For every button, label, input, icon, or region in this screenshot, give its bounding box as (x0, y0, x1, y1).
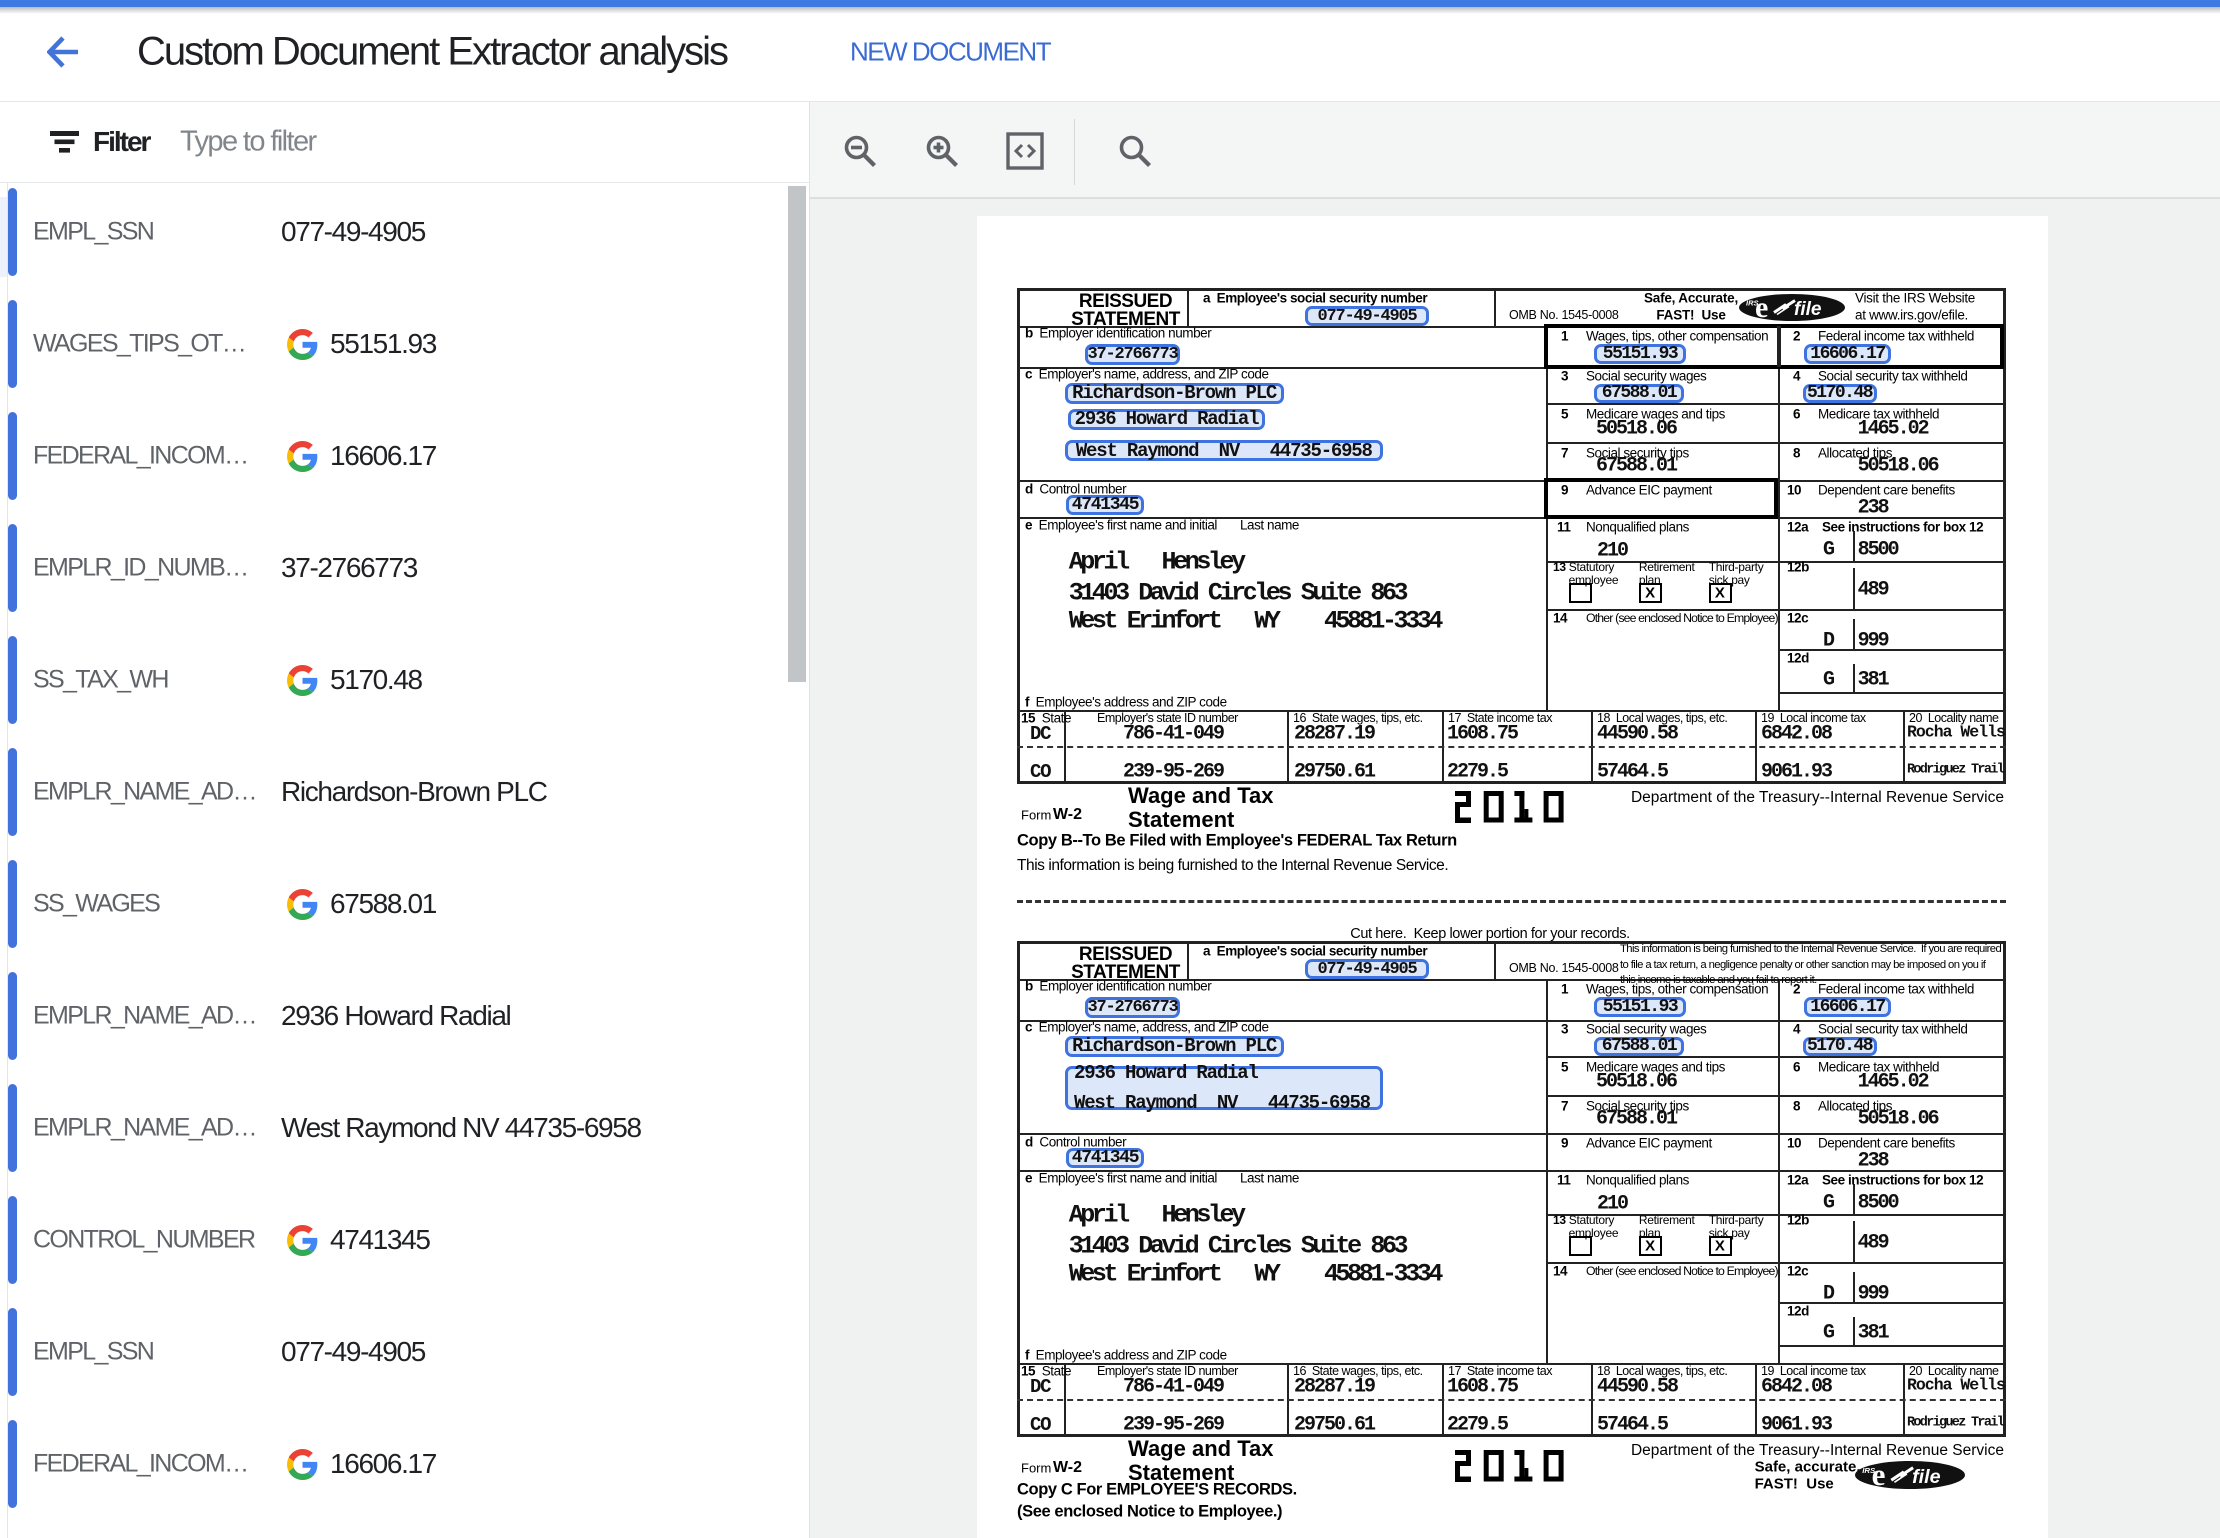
svg-text:e: e (1755, 294, 1768, 321)
svg-text:file: file (1794, 299, 1822, 320)
svg-text:file: file (1912, 1466, 1941, 1488)
svg-text:e: e (1872, 1458, 1886, 1492)
